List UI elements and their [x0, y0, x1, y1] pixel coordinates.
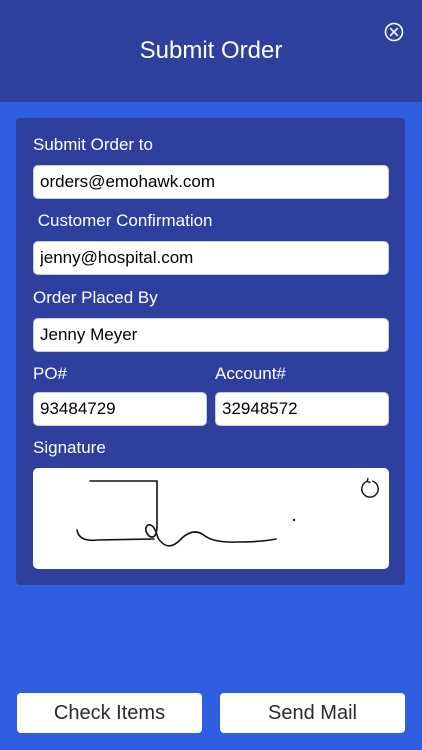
signature-pad[interactable] — [33, 468, 389, 569]
customer-confirmation-field[interactable] — [33, 241, 389, 275]
account-label: Account# — [215, 364, 286, 383]
submit-to-field[interactable] — [33, 165, 389, 199]
page-title: Submit Order — [139, 37, 283, 64]
order-placed-by-label: Order Placed By — [33, 288, 158, 307]
close-circle-icon — [384, 22, 404, 42]
header-bar: Submit Order — [0, 0, 422, 102]
check-items-button[interactable]: Check Items — [17, 693, 202, 733]
clear-signature-button[interactable] — [359, 477, 381, 500]
close-button[interactable] — [384, 22, 404, 42]
send-mail-button[interactable]: Send Mail — [220, 693, 405, 733]
submit-to-label: Submit Order to — [33, 135, 153, 154]
signature-stroke — [76, 480, 296, 547]
signature-label: Signature — [33, 438, 106, 457]
po-field[interactable] — [33, 392, 207, 426]
refresh-icon — [361, 477, 379, 498]
order-placed-by-field[interactable] — [33, 318, 389, 352]
customer-confirmation-label: Customer Confirmation — [33, 211, 213, 230]
account-field[interactable] — [215, 392, 389, 426]
po-label: PO# — [33, 364, 68, 383]
